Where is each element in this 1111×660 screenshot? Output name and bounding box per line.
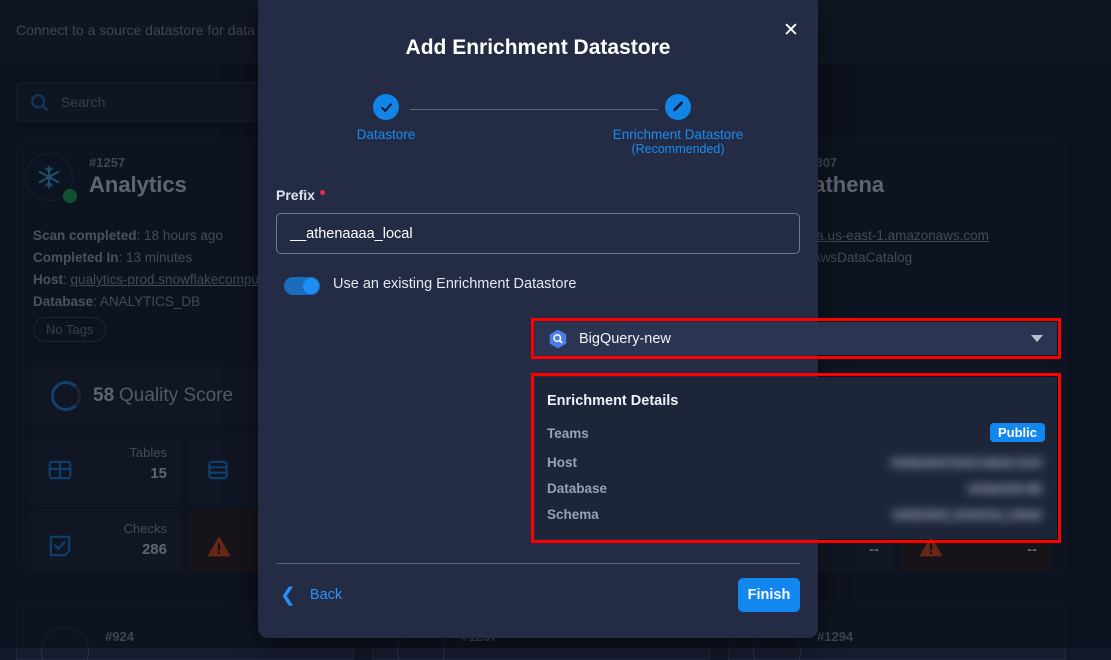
stepper-step-label: Datastore	[326, 127, 446, 142]
check-icon	[379, 100, 394, 115]
enrichment-details-panel: Enrichment Details Teams Public Host red…	[535, 377, 1057, 539]
dialog-title: Add Enrichment Datastore	[258, 36, 818, 60]
back-button-label: Back	[310, 587, 342, 603]
step-complete-badge	[373, 94, 399, 120]
wizard-stepper: Datastore Enrichment Datastore (Recommen…	[258, 92, 818, 164]
details-row-teams: Teams Public	[547, 426, 1045, 446]
chevron-down-icon[interactable]	[1031, 335, 1043, 342]
details-row-host: Host redacted-host-value.com	[547, 455, 1045, 475]
footer-divider	[276, 563, 800, 564]
detail-key: Database	[547, 481, 607, 496]
detail-key: Teams	[547, 426, 589, 441]
status-badge: Public	[990, 423, 1045, 442]
step-active-badge	[665, 94, 691, 120]
detail-key: Host	[547, 455, 577, 470]
back-button[interactable]: ❮ Back	[280, 583, 342, 607]
add-enrichment-datastore-dialog: ✕ Add Enrichment Datastore Datastore Enr…	[258, 0, 818, 638]
stepper-step-sublabel: (Recommended)	[588, 142, 768, 156]
required-indicator	[320, 190, 325, 195]
finish-button[interactable]: Finish	[738, 578, 800, 612]
existing-datastore-toggle[interactable]	[284, 277, 320, 295]
stepper-step-enrichment[interactable]: Enrichment Datastore (Recommended)	[588, 92, 768, 156]
details-row-schema: Schema redacted_schema_value	[547, 507, 1045, 527]
detail-key: Schema	[547, 507, 599, 522]
toggle-knob	[303, 278, 319, 294]
bigquery-icon	[547, 328, 569, 350]
pencil-icon	[671, 100, 685, 114]
prefix-label: Prefix	[276, 187, 325, 203]
detail-value-redacted: redacted-host-value.com	[888, 455, 1045, 470]
enrichment-details-title: Enrichment Details	[547, 393, 678, 409]
details-row-database: Database redacted-db	[547, 481, 1045, 501]
stepper-step-label: Enrichment Datastore	[588, 127, 768, 142]
prefix-label-text: Prefix	[276, 187, 315, 203]
chevron-left-icon: ❮	[280, 584, 296, 607]
prefix-input[interactable]	[276, 213, 800, 254]
selected-datastore-name: BigQuery-new	[579, 331, 671, 347]
detail-value-redacted: redacted-db	[965, 481, 1045, 496]
detail-value-redacted: redacted_schema_value	[890, 507, 1045, 522]
stepper-step-datastore[interactable]: Datastore	[326, 92, 446, 142]
enrichment-datastore-select[interactable]: BigQuery-new	[535, 322, 1057, 355]
existing-datastore-toggle-label: Use an existing Enrichment Datastore	[333, 276, 576, 292]
